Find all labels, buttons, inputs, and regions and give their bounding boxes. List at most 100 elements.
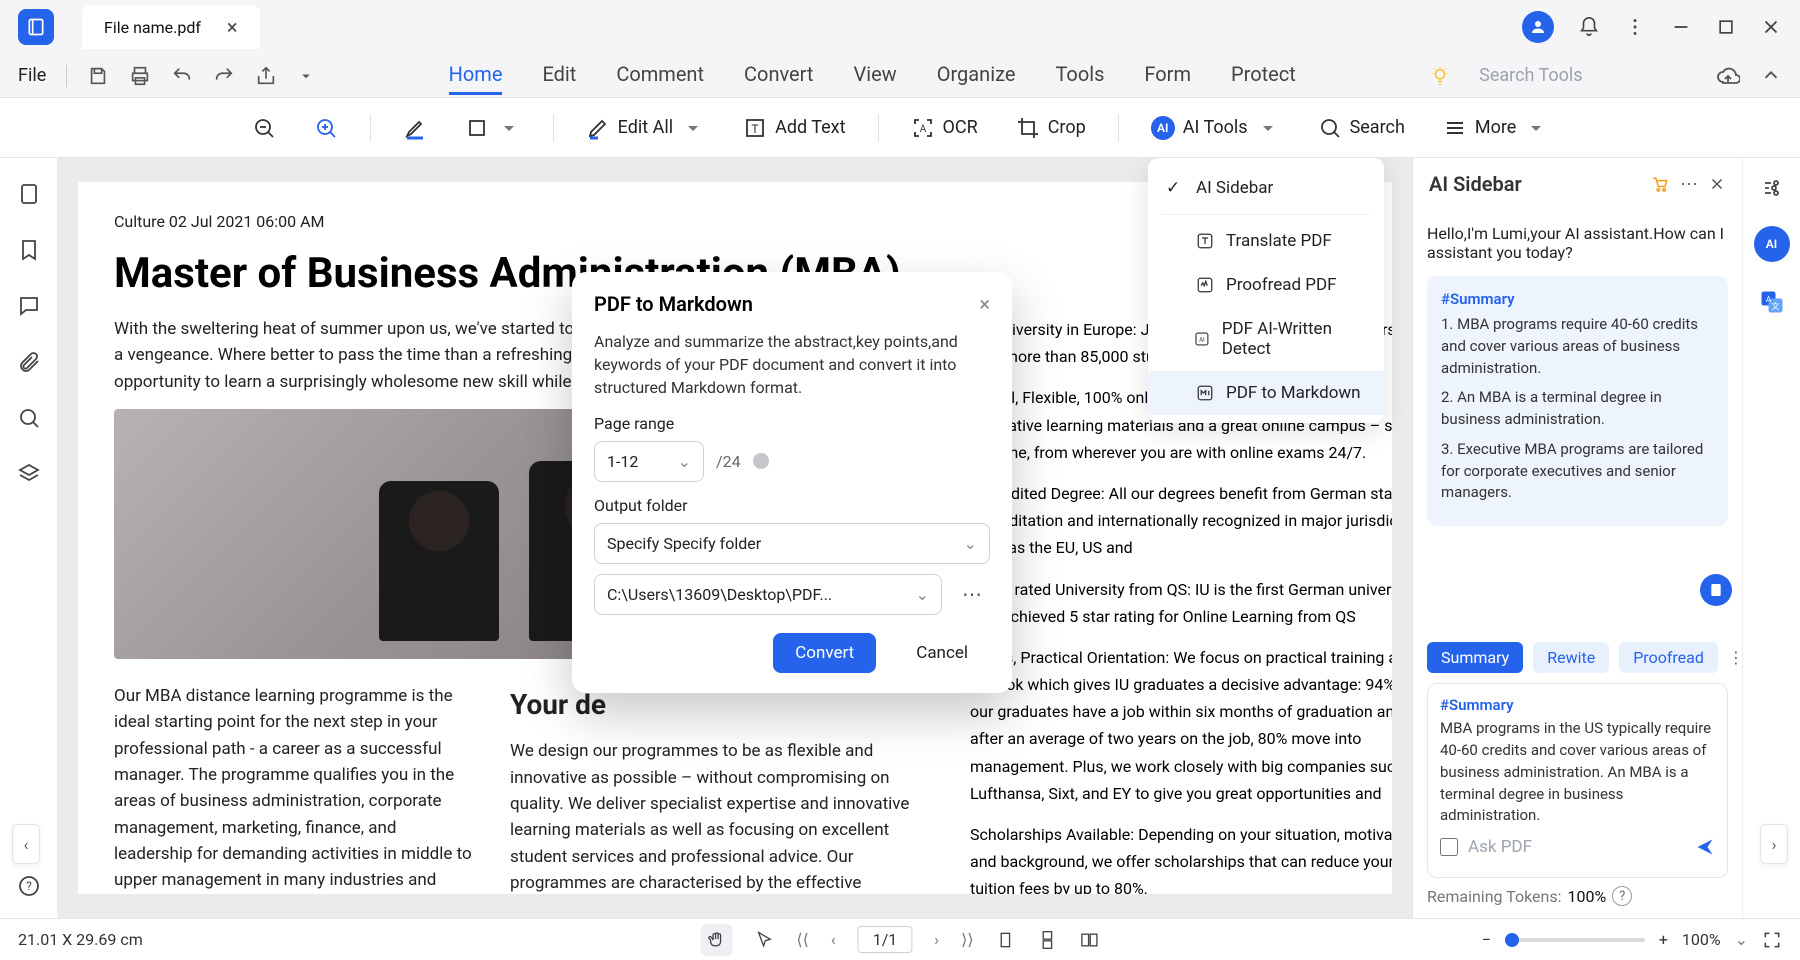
expand-right-panel[interactable]: ›: [1760, 824, 1788, 864]
minimize-icon[interactable]: [1670, 16, 1692, 38]
collapse-ribbon-icon[interactable]: [1760, 65, 1782, 87]
fullscreen-icon[interactable]: [1762, 930, 1782, 950]
cancel-button[interactable]: Cancel: [894, 633, 990, 673]
prev-page-icon[interactable]: ‹: [831, 930, 836, 949]
sidebar-menu-icon[interactable]: ⋯: [1680, 174, 1698, 195]
close-tab-icon[interactable]: ×: [227, 15, 238, 39]
zoom-in-status-icon[interactable]: +: [1659, 930, 1668, 949]
ai-tools-dropdown: AI Sidebar Translate PDF Proofread PDF A…: [1148, 158, 1384, 423]
menu-tools[interactable]: Tools: [1055, 56, 1104, 95]
redo-icon[interactable]: [213, 65, 235, 87]
attachments-icon[interactable]: [17, 350, 41, 374]
view-single-icon[interactable]: [996, 930, 1016, 950]
dialog-close-icon[interactable]: ×: [979, 292, 990, 316]
zoom-in-button[interactable]: [308, 112, 344, 144]
thumbnails-icon[interactable]: [17, 182, 41, 206]
sidebar-close-icon[interactable]: [1708, 175, 1726, 193]
dialog-title: PDF to Markdown: [594, 292, 979, 316]
send-icon[interactable]: [1695, 837, 1715, 857]
output-folder-select[interactable]: Specify Specify folder⌄: [594, 523, 990, 564]
expand-left-panel[interactable]: ‹: [12, 824, 40, 864]
help-icon[interactable]: ?: [17, 874, 41, 898]
ai-menu-sidebar[interactable]: AI Sidebar: [1148, 166, 1384, 210]
save-icon[interactable]: [87, 65, 109, 87]
quick-dropdown-icon[interactable]: [297, 67, 315, 85]
zoom-value: 100%: [1682, 930, 1721, 949]
pill-menu-icon[interactable]: ⋮: [1728, 648, 1742, 667]
ask-pdf-checkbox[interactable]: [1440, 838, 1458, 856]
comments-icon[interactable]: [17, 294, 41, 318]
range-radio[interactable]: [753, 453, 769, 469]
ai-menu-markdown[interactable]: PDF to Markdown: [1148, 371, 1384, 415]
zoom-slider[interactable]: [1505, 938, 1645, 942]
menu-edit[interactable]: Edit: [542, 56, 576, 95]
page-dimensions: 21.01 X 29.69 cm: [18, 930, 143, 949]
search-panel-icon[interactable]: [17, 406, 41, 430]
pill-summary[interactable]: Summary: [1427, 642, 1523, 673]
properties-icon[interactable]: [1760, 176, 1784, 200]
zoom-out-button[interactable]: [246, 112, 282, 144]
divider: [66, 65, 67, 87]
undo-icon[interactable]: [171, 65, 193, 87]
view-continuous-icon[interactable]: [1038, 930, 1058, 950]
print-icon[interactable]: [129, 65, 151, 87]
menu-protect[interactable]: Protect: [1231, 56, 1296, 95]
file-menu[interactable]: File: [18, 65, 46, 86]
menu-home[interactable]: Home: [449, 56, 503, 95]
next-page-icon[interactable]: ›: [934, 930, 939, 949]
file-name: File name.pdf: [104, 18, 201, 37]
browse-button[interactable]: ⋯: [954, 574, 990, 614]
floating-doc-icon[interactable]: [1700, 574, 1732, 606]
ai-menu-translate[interactable]: Translate PDF: [1148, 219, 1384, 263]
crop-button[interactable]: Crop: [1010, 112, 1092, 144]
pill-proofread[interactable]: Proofread: [1619, 642, 1718, 673]
shape-button[interactable]: [459, 112, 527, 144]
view-two-page-icon[interactable]: [1080, 930, 1100, 950]
add-text-button[interactable]: TAdd Text: [737, 112, 851, 144]
translate-rail-icon[interactable]: A文: [1758, 288, 1786, 316]
search-button[interactable]: Search: [1312, 112, 1411, 144]
output-path-select[interactable]: C:\Users\13609\Desktop\PDF...⌄: [594, 574, 942, 615]
first-page-icon[interactable]: ⟨⟨: [796, 930, 808, 949]
convert-button[interactable]: Convert: [773, 633, 876, 673]
last-page-icon[interactable]: ⟩⟩: [961, 930, 973, 949]
layers-icon[interactable]: [17, 462, 41, 486]
search-tools-input[interactable]: Search Tools: [1479, 65, 1582, 86]
highlight-button[interactable]: [397, 112, 433, 144]
ai-menu-detect[interactable]: AIPDF AI-Written Detect: [1148, 307, 1384, 371]
page-indicator[interactable]: 1/1: [858, 926, 913, 953]
menu-convert[interactable]: Convert: [744, 56, 813, 95]
hand-tool-icon[interactable]: [700, 924, 732, 956]
bookmarks-icon[interactable]: [17, 238, 41, 262]
bell-icon[interactable]: [1578, 16, 1600, 38]
ai-tools-button[interactable]: AIAI Tools: [1145, 112, 1286, 144]
svg-text:AI: AI: [1199, 337, 1205, 344]
divider: [553, 114, 554, 142]
ai-menu-proofread[interactable]: Proofread PDF: [1148, 263, 1384, 307]
ai-rail-icon[interactable]: AI: [1754, 226, 1790, 262]
ocr-button[interactable]: AOCR: [905, 112, 984, 144]
tokens-help-icon[interactable]: ?: [1612, 886, 1632, 906]
maximize-icon[interactable]: [1716, 17, 1736, 37]
cart-icon[interactable]: [1650, 174, 1670, 194]
divider: [370, 114, 371, 142]
file-tab[interactable]: File name.pdf ×: [82, 5, 260, 49]
pill-rewrite[interactable]: Rewite: [1533, 642, 1609, 673]
menu-organize[interactable]: Organize: [937, 56, 1016, 95]
menu-view[interactable]: View: [853, 56, 896, 95]
menu-comment[interactable]: Comment: [616, 56, 704, 95]
app-icon: [18, 9, 54, 45]
menu-form[interactable]: Form: [1144, 56, 1191, 95]
zoom-out-status-icon[interactable]: −: [1482, 930, 1491, 949]
bulb-icon[interactable]: [1429, 65, 1451, 87]
zoom-dropdown-icon[interactable]: ⌄: [1735, 930, 1748, 949]
edit-all-button[interactable]: Edit All: [580, 112, 711, 144]
avatar[interactable]: [1522, 11, 1554, 43]
kebab-icon[interactable]: [1624, 16, 1646, 38]
more-button[interactable]: More: [1437, 112, 1554, 144]
cloud-upload-icon[interactable]: [1716, 64, 1740, 88]
share-icon[interactable]: [255, 65, 277, 87]
select-tool-icon[interactable]: [754, 930, 774, 950]
window-close-icon[interactable]: [1760, 16, 1782, 38]
page-range-select[interactable]: 1-12⌄: [594, 441, 704, 482]
